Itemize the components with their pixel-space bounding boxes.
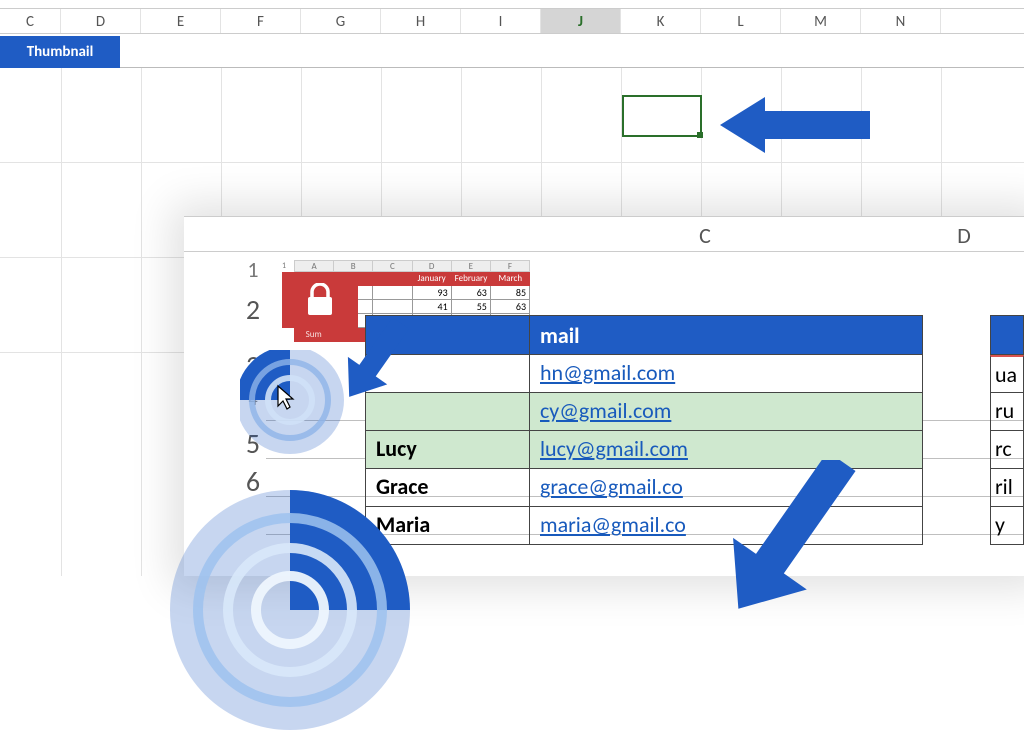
col-header-E[interactable]: E (141, 9, 221, 33)
lock-icon (306, 283, 334, 317)
email-link[interactable]: cy@gmail.com (540, 397, 671, 424)
cursor-icon (276, 384, 296, 410)
thumbnail-header-cell: Thumbnail (0, 36, 120, 68)
arrow-upleft-icon (330, 320, 420, 400)
email-table-header: mail (365, 315, 923, 355)
arrow-upleft-icon (700, 460, 880, 610)
email-link[interactable]: grace@gmail.co (540, 473, 683, 500)
col-header-D[interactable]: D (61, 9, 141, 33)
email-link[interactable]: maria@gmail.co (540, 511, 686, 538)
side-column-fragment: ua ru rc ril y (990, 315, 1024, 545)
col-header-F[interactable]: F (221, 9, 301, 33)
col-header-C[interactable]: C (0, 9, 61, 33)
selected-cell[interactable] (622, 95, 702, 137)
table-row[interactable]: cy@gmail.com (365, 393, 923, 431)
bg-col-headers-row: C D E F G H I J K L M N (0, 8, 1024, 34)
table-row[interactable]: hn@gmail.com (365, 355, 923, 393)
ov-col-D[interactable]: D (944, 222, 984, 249)
col-header-H[interactable]: H (381, 9, 461, 33)
overlay-col-headers (184, 216, 1024, 252)
col-header-G[interactable]: G (301, 9, 381, 33)
col-header-M[interactable]: M (781, 9, 861, 33)
email-hdr-email: mail (530, 315, 923, 355)
email-link[interactable]: lucy@gmail.com (540, 435, 688, 462)
mini-col-headers: ABCDEF (294, 260, 530, 272)
col-header-K[interactable]: K (621, 9, 701, 33)
fill-handle[interactable] (697, 132, 703, 138)
col-header-L[interactable]: L (701, 9, 781, 33)
arrow-left-icon (720, 95, 870, 155)
ov-row-2[interactable]: 2 (238, 292, 268, 327)
email-link[interactable]: hn@gmail.com (540, 359, 675, 386)
col-header-N[interactable]: N (861, 9, 941, 33)
col-header-J[interactable]: J (541, 9, 621, 33)
touch-ripple-icon (160, 480, 420, 740)
ov-col-C[interactable]: C (685, 222, 725, 249)
ov-row-1[interactable]: 1 (238, 256, 268, 283)
col-header-I[interactable]: I (461, 9, 541, 33)
